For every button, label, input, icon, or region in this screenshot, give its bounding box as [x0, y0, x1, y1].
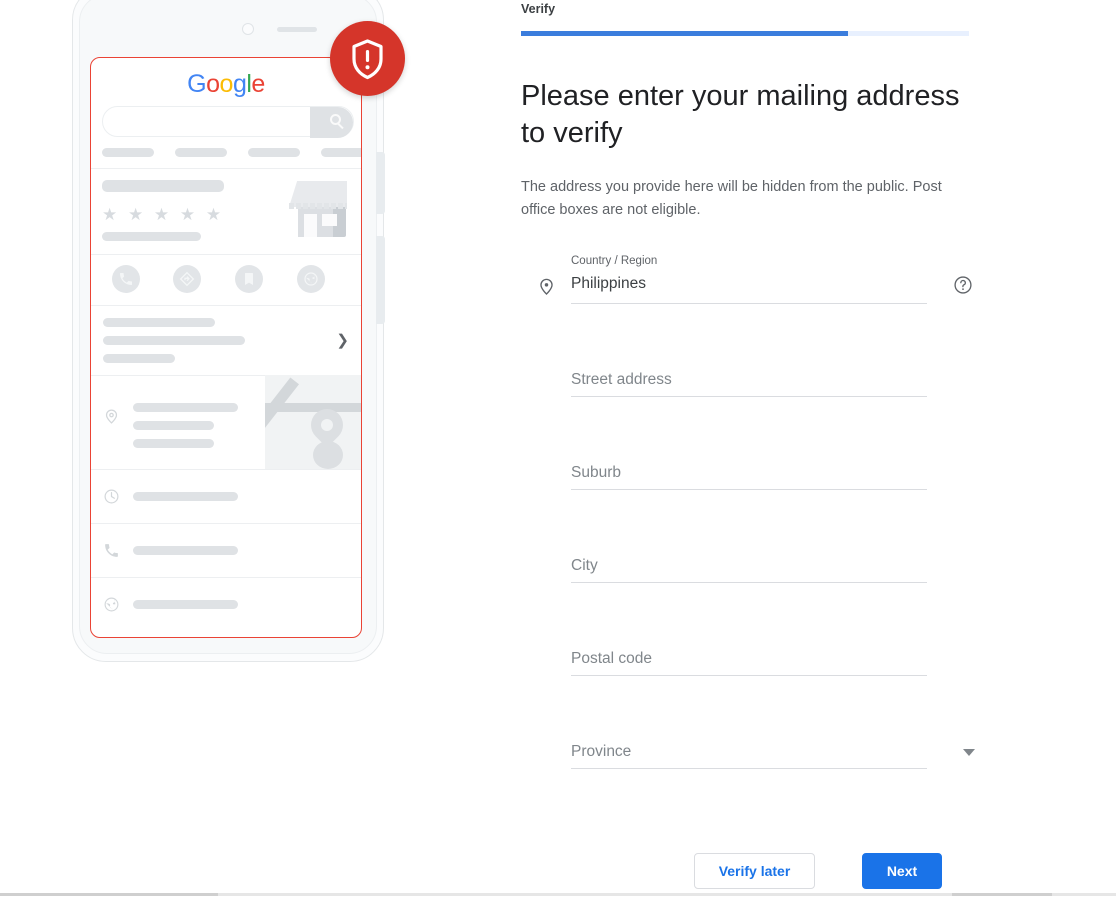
- phone-mockup: Google ★ ★ ★ ★ ★ ❯: [72, 0, 385, 662]
- text-placeholder: [103, 354, 175, 363]
- nav-chip[interactable]: [321, 148, 361, 157]
- phone-camera: [242, 23, 254, 35]
- form-actions: Verify later Next: [694, 853, 944, 889]
- business-name-placeholder: [102, 180, 224, 192]
- logo-letter-e: e: [251, 70, 265, 98]
- shield-alert-badge: [330, 21, 405, 96]
- address-fields: Country / Region Philippines Street addr…: [521, 255, 991, 770]
- text-placeholder: [133, 492, 238, 501]
- city-input[interactable]: City: [571, 557, 598, 575]
- suburb-underline: [571, 489, 927, 491]
- progress-bar-fill: [521, 31, 849, 36]
- province-select-value[interactable]: Province: [571, 743, 631, 761]
- logo-letter-o2: o: [219, 70, 234, 98]
- search-bar[interactable]: [102, 106, 354, 138]
- progress-bar-track: [521, 31, 969, 36]
- nav-chip[interactable]: [248, 148, 300, 157]
- logo-letter-g2: g: [232, 70, 247, 98]
- globe-icon: [103, 596, 120, 618]
- business-category-placeholder: [102, 232, 201, 241]
- page-subtext: The address you provide here will be hid…: [521, 179, 942, 219]
- action-icon-row: [91, 254, 361, 305]
- footer-divider: [0, 893, 1116, 896]
- postal-code-field[interactable]: Postal code: [521, 630, 991, 677]
- nav-chip[interactable]: [102, 148, 154, 157]
- chevron-right-icon: ❯: [336, 332, 349, 349]
- verify-later-button[interactable]: Verify later: [694, 853, 815, 889]
- map-thumbnail[interactable]: [265, 375, 361, 469]
- province-field[interactable]: Province: [521, 723, 991, 770]
- location-pin-icon: [103, 408, 120, 430]
- suburb-input[interactable]: Suburb: [571, 464, 621, 482]
- help-circle-icon[interactable]: [953, 275, 973, 300]
- storefront-icon: [287, 178, 354, 237]
- text-placeholder: [133, 403, 238, 412]
- rating-stars: ★ ★ ★ ★ ★: [102, 205, 225, 224]
- verification-page: Google ★ ★ ★ ★ ★ ❯ Verify Please enter y…: [0, 0, 1116, 900]
- city-field[interactable]: City: [521, 537, 991, 584]
- nav-chips-row: [102, 148, 361, 157]
- phone-speaker: [277, 27, 317, 32]
- text-placeholder: [133, 546, 238, 555]
- country-label: Country / Region: [571, 255, 658, 268]
- location-pin-icon: [537, 277, 556, 301]
- text-placeholder: [103, 318, 215, 327]
- next-button[interactable]: Next: [862, 853, 942, 889]
- phone-side-button-volume: [376, 152, 385, 214]
- suburb-field[interactable]: Suburb: [521, 444, 991, 491]
- description-block[interactable]: ❯: [91, 305, 361, 375]
- step-label: Verify: [521, 2, 556, 16]
- hours-row[interactable]: [91, 469, 361, 523]
- country-field[interactable]: Country / Region Philippines: [521, 255, 991, 305]
- shield-alert-icon: [352, 39, 383, 80]
- phone-screen: Google ★ ★ ★ ★ ★ ❯: [90, 57, 362, 638]
- country-underline: [571, 303, 927, 305]
- bookmark-icon[interactable]: [235, 265, 263, 293]
- province-underline: [571, 768, 927, 770]
- postal-code-input[interactable]: Postal code: [571, 650, 652, 668]
- directions-icon[interactable]: [173, 265, 201, 293]
- logo-letter-g1: G: [187, 70, 207, 98]
- website-row[interactable]: [91, 577, 361, 631]
- search-icon: [330, 114, 341, 125]
- city-underline: [571, 582, 927, 584]
- phone-row[interactable]: [91, 523, 361, 577]
- text-placeholder: [133, 600, 238, 609]
- phone-icon: [103, 542, 120, 564]
- text-placeholder: [133, 421, 214, 430]
- page-title: Please enter your mailing address to ver…: [521, 80, 960, 150]
- phone-side-button-power: [376, 236, 385, 324]
- globe-icon[interactable]: [297, 265, 325, 293]
- nav-chip[interactable]: [175, 148, 227, 157]
- text-placeholder: [133, 439, 214, 448]
- postal-underline: [571, 675, 927, 677]
- text-placeholder: [103, 336, 245, 345]
- logo-letter-o1: o: [206, 70, 220, 98]
- chevron-down-icon[interactable]: [963, 749, 975, 757]
- address-row[interactable]: [91, 375, 361, 469]
- street-address-field[interactable]: Street address: [521, 351, 991, 398]
- clock-icon: [103, 488, 120, 510]
- phone-icon[interactable]: [112, 265, 140, 293]
- phone-illustration: Google ★ ★ ★ ★ ★ ❯: [0, 0, 500, 700]
- country-value: Philippines: [571, 275, 646, 293]
- street-underline: [571, 396, 927, 398]
- search-button[interactable]: [310, 107, 353, 138]
- street-address-input[interactable]: Street address: [571, 371, 672, 389]
- google-logo: Google: [91, 70, 361, 99]
- divider: [91, 168, 361, 169]
- verification-form: Verify Please enter your mailing address…: [521, 0, 991, 770]
